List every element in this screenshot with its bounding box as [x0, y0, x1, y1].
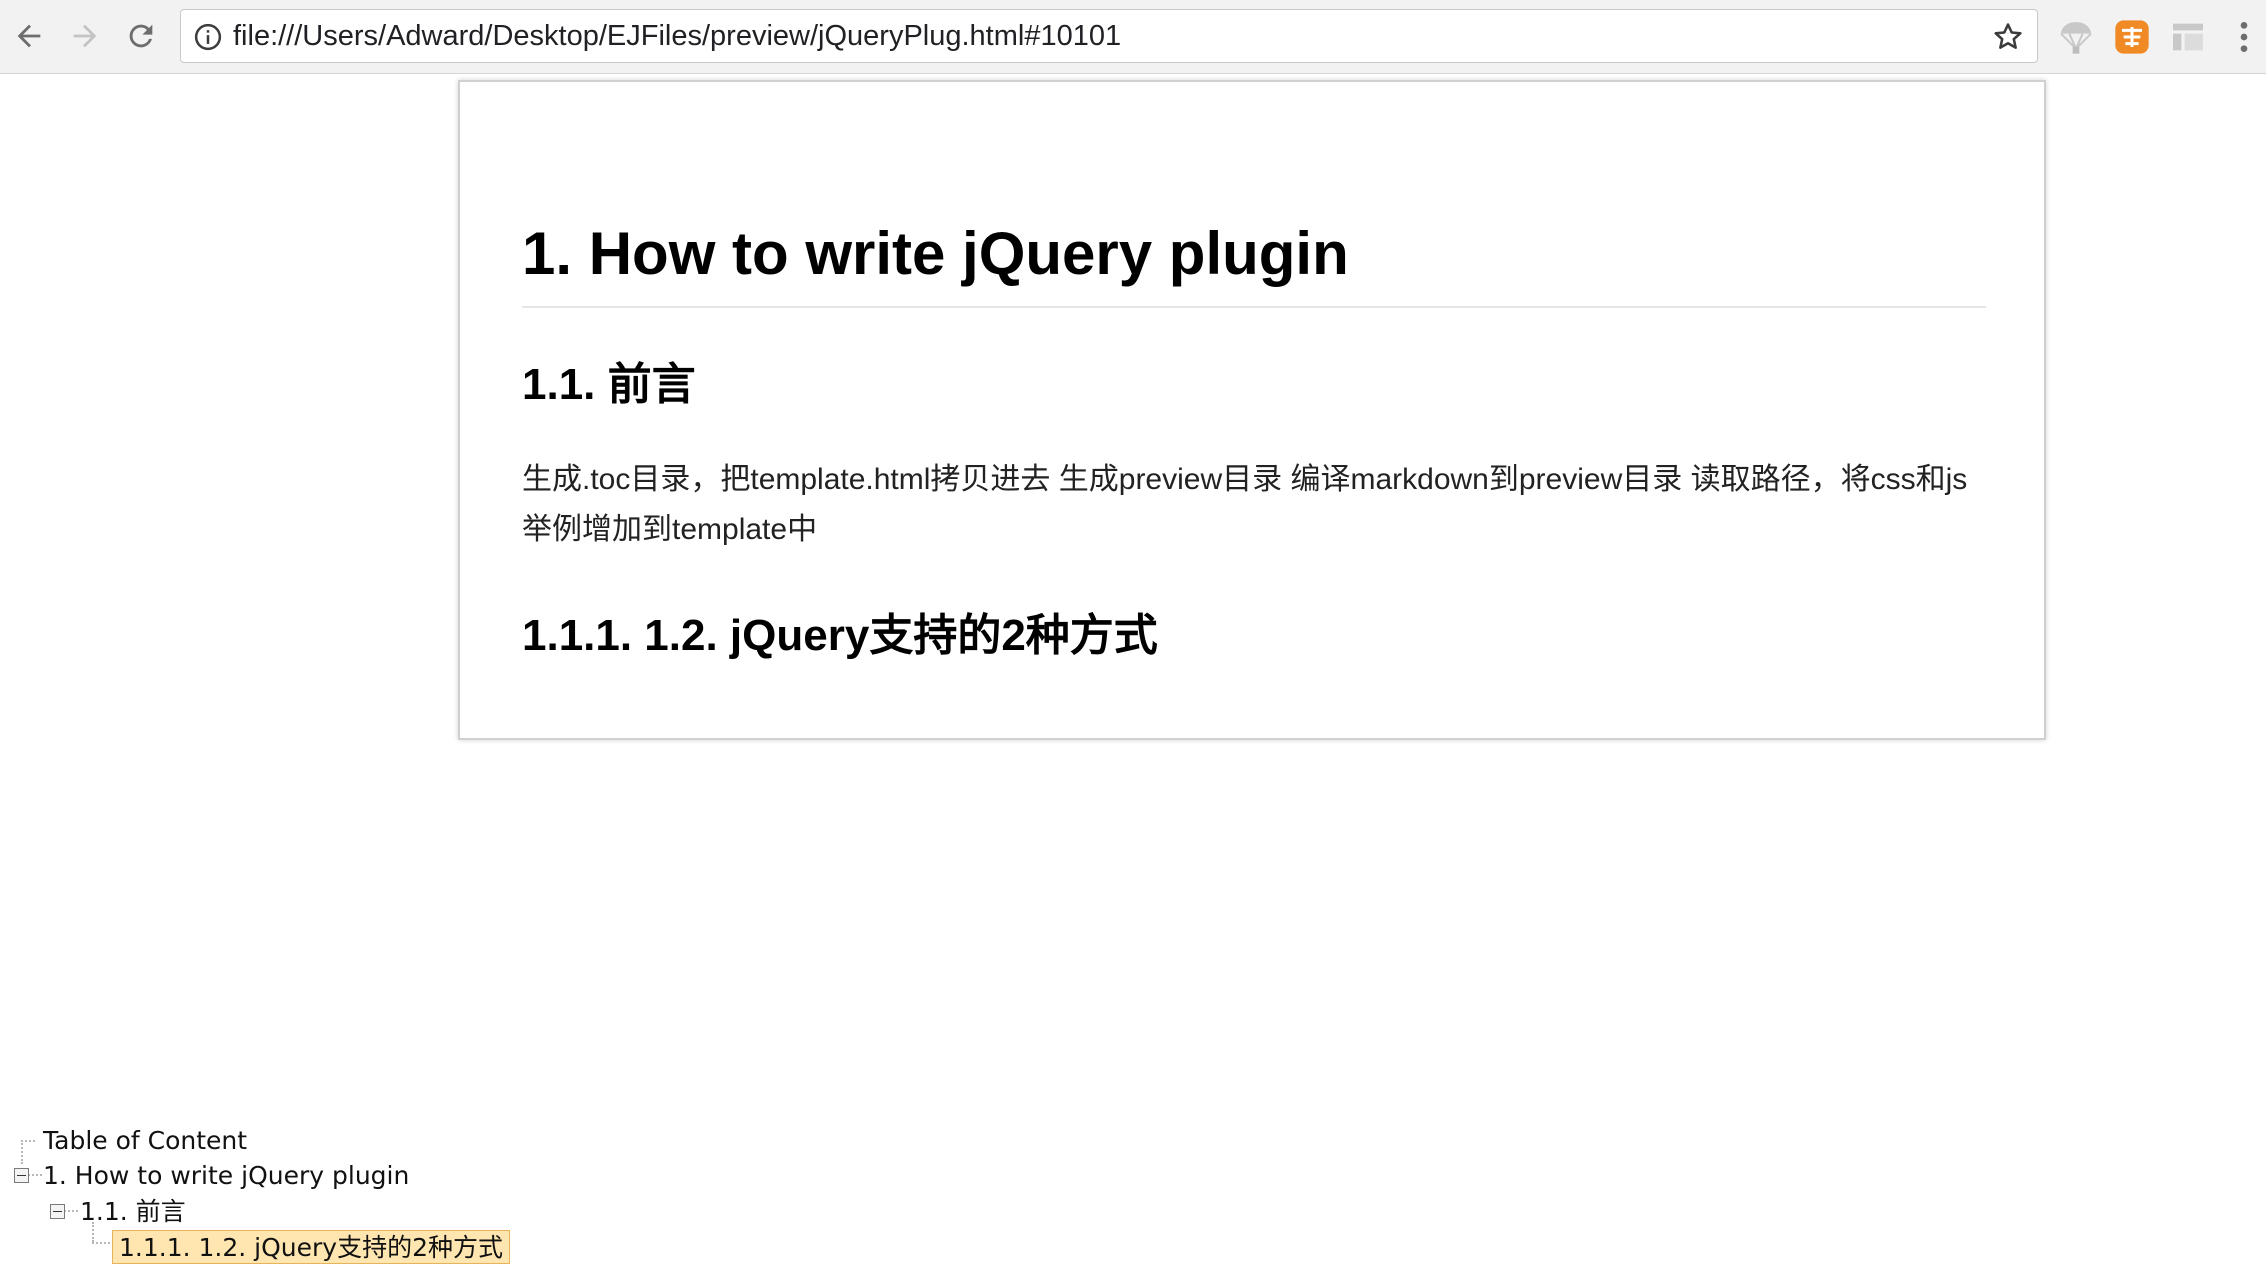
collapse-toggle-icon[interactable]: [14, 1168, 29, 1183]
kebab-menu-icon[interactable]: [2224, 17, 2264, 57]
browser-toolbar: file:///Users/Adward/Desktop/EJFiles/pre…: [0, 0, 2266, 74]
toc-tree: Table of Content 1. How to write jQuery …: [0, 1118, 700, 1276]
heading-3: 1.1.1. 1.2. jQuery支持的2种方式: [522, 611, 1158, 660]
url-text[interactable]: file:///Users/Adward/Desktop/EJFiles/pre…: [233, 10, 1121, 62]
toc-connector: [21, 1140, 23, 1164]
orange-extension-icon[interactable]: [2112, 17, 2152, 57]
toc-connector: [21, 1140, 35, 1142]
heading-2: 1.1. 前言: [522, 360, 696, 409]
heading-1: 1. How to write jQuery plugin: [522, 220, 1349, 287]
toc-connector: [28, 1174, 42, 1176]
toc-item-h1[interactable]: 1. How to write jQuery plugin: [43, 1159, 409, 1193]
reload-icon: [129, 24, 153, 48]
forward-button[interactable]: [62, 13, 108, 59]
info-icon[interactable]: [193, 22, 223, 52]
article-paragraph: 生成.toc目录，把template.html拷贝进去 生成preview目录 …: [522, 463, 1968, 546]
toc-item-h3-selected[interactable]: 1.1.1. 1.2. jQuery支持的2种方式: [112, 1230, 510, 1264]
toc-root-label[interactable]: Table of Content: [43, 1124, 247, 1158]
arrow-right-icon: [73, 24, 97, 48]
back-button[interactable]: [6, 13, 52, 59]
address-bar[interactable]: file:///Users/Adward/Desktop/EJFiles/pre…: [180, 9, 2038, 63]
arrow-left-icon: [17, 24, 41, 48]
heading-divider: [522, 306, 1986, 308]
reload-button[interactable]: [118, 13, 164, 59]
article-card: 1. How to write jQuery plugin 1.1. 前言 生成…: [458, 80, 2046, 740]
toc-connector: [92, 1242, 110, 1244]
star-icon[interactable]: [1991, 20, 2025, 54]
toc-item-h2[interactable]: 1.1. 前言: [80, 1195, 186, 1229]
layout-extension-icon[interactable]: [2168, 17, 2208, 57]
collapse-toggle-icon[interactable]: [50, 1204, 65, 1219]
toc-connector: [64, 1210, 78, 1212]
parachute-extension-icon[interactable]: [2056, 17, 2096, 57]
